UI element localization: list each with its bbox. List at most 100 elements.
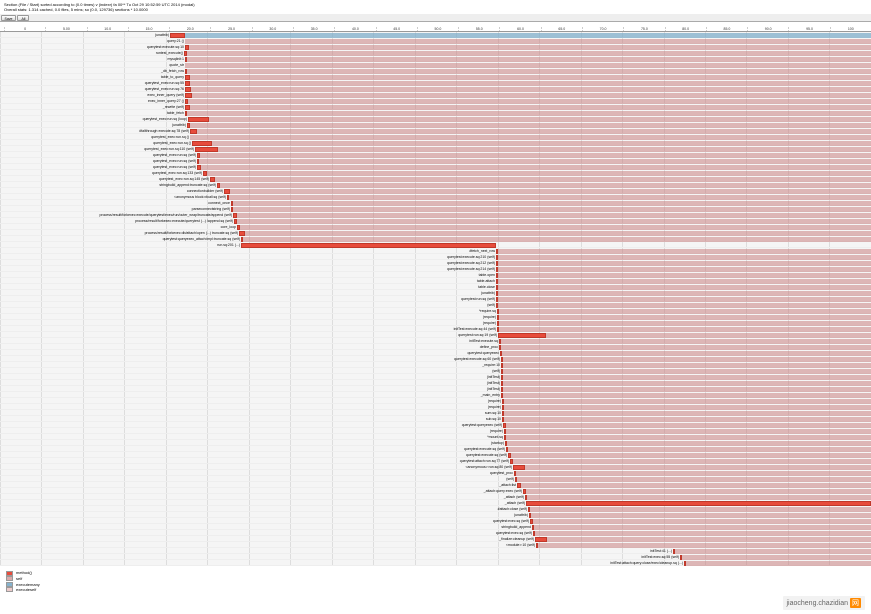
self-time-bar (502, 417, 504, 422)
inclusive-bar (508, 447, 871, 452)
inclusive-bar (498, 267, 871, 272)
inclusive-bar (499, 327, 871, 332)
inclusive-bar (517, 477, 871, 482)
self-time-bar (185, 81, 190, 86)
self-time-bar (231, 207, 233, 212)
self-time-bar (210, 177, 215, 182)
inclusive-bar (501, 339, 871, 344)
timeline-tick: 95.0 (788, 27, 829, 31)
inclusive-bar (185, 63, 871, 68)
inclusive-bar (686, 561, 871, 566)
self-time-bar (185, 93, 192, 98)
legend: method()selfexecutemanyexecuteself (0, 566, 871, 596)
inclusive-bar (498, 321, 871, 326)
self-time-bar (501, 393, 503, 398)
inclusive-bar (503, 387, 871, 392)
self-time-bar (496, 255, 498, 260)
inclusive-bar (507, 441, 871, 446)
self-time-bar (185, 105, 190, 110)
inclusive-bar (190, 105, 871, 110)
row-label: initTest:attach:query:close/exec/cleanup… (0, 560, 684, 566)
self-time-bar (684, 561, 686, 566)
inclusive-bar (516, 471, 871, 476)
self-time-bar (530, 519, 533, 524)
inclusive-bar (513, 459, 871, 464)
legend-swatch (6, 576, 13, 581)
inclusive-bar (230, 189, 871, 194)
profile-row[interactable]: initTest:attach:query:close/exec/cleanup… (0, 560, 871, 566)
self-time-bar (496, 273, 498, 278)
inclusive-bar (530, 513, 871, 518)
inclusive-bar (502, 393, 871, 398)
timeline-tick: 100 (830, 27, 871, 31)
self-time-bar (170, 33, 185, 38)
self-time-bar (190, 129, 197, 134)
inclusive-bar (530, 507, 871, 512)
inclusive-bar (498, 255, 871, 260)
inclusive-bar (207, 171, 871, 176)
self-time-bar (525, 495, 527, 500)
inclusive-bar (546, 333, 871, 338)
legend-label: executeself (16, 587, 36, 593)
inclusive-bar (186, 111, 871, 116)
inclusive-bar (220, 183, 871, 188)
self-time-bar (523, 489, 526, 494)
self-time-bar (185, 111, 187, 116)
inclusive-bar (501, 345, 871, 350)
inclusive-bar (190, 123, 871, 128)
inclusive-bar (187, 51, 871, 56)
self-time-bar (532, 525, 534, 530)
inclusive-bar (237, 213, 871, 218)
inclusive-bar (190, 81, 871, 86)
header-line-2: Overall stats: 1.314 cached, 0.0 files, … (4, 7, 867, 12)
self-time-bar (496, 303, 498, 308)
self-time-bar (501, 369, 503, 374)
timeline-tick: 5.00 (45, 27, 86, 31)
inclusive-bar (243, 237, 871, 242)
inclusive-bar (498, 249, 871, 254)
timeline-tick: 75.0 (623, 27, 664, 31)
watermark-text: jiaocheng.chazidian (787, 600, 849, 607)
inclusive-bar (198, 159, 871, 164)
self-time-bar (535, 537, 547, 542)
inclusive-bar (188, 99, 871, 104)
inclusive-bar (233, 207, 871, 212)
timeline-tick: 40.0 (334, 27, 375, 31)
inclusive-bar (502, 363, 871, 368)
self-time-bar (227, 195, 229, 200)
legend-swatch (6, 582, 13, 587)
timeline-tick: 90.0 (747, 27, 788, 31)
inclusive-bar (674, 549, 871, 554)
self-time-bar (241, 237, 243, 242)
self-time-bar (203, 171, 207, 176)
inclusive-bar (538, 543, 871, 548)
self-time-bar (496, 285, 498, 290)
flame-chart[interactable]: (unattrib)query:21 ()querytest:execute.s… (0, 32, 871, 566)
save-button[interactable]: Save (1, 15, 17, 21)
inclusive-bar (504, 417, 871, 422)
self-time-bar (185, 57, 187, 62)
all-button[interactable]: All (17, 15, 29, 21)
self-time-bar (505, 441, 507, 446)
self-time-bar (515, 477, 517, 482)
self-time-bar (237, 225, 240, 230)
self-time-bar (517, 483, 521, 488)
inclusive-bar (498, 261, 871, 266)
self-time-bar (184, 51, 187, 56)
inclusive-bar (503, 357, 871, 362)
inclusive-bar (497, 285, 871, 290)
self-time-bar (506, 447, 508, 452)
inclusive-bar (186, 57, 871, 62)
self-time-bar (231, 201, 233, 206)
inclusive-bar (200, 153, 871, 158)
self-time-bar (673, 549, 675, 554)
inclusive-bar (506, 435, 871, 440)
self-time-bar (188, 117, 209, 122)
inclusive-bar (547, 537, 871, 542)
self-time-bar (514, 471, 516, 476)
inclusive-bar (502, 369, 871, 374)
self-time-bar (217, 183, 220, 188)
self-time-bar (501, 363, 503, 368)
self-time-bar (501, 387, 503, 392)
watermark: jiaocheng.chazidian网 (783, 596, 866, 610)
